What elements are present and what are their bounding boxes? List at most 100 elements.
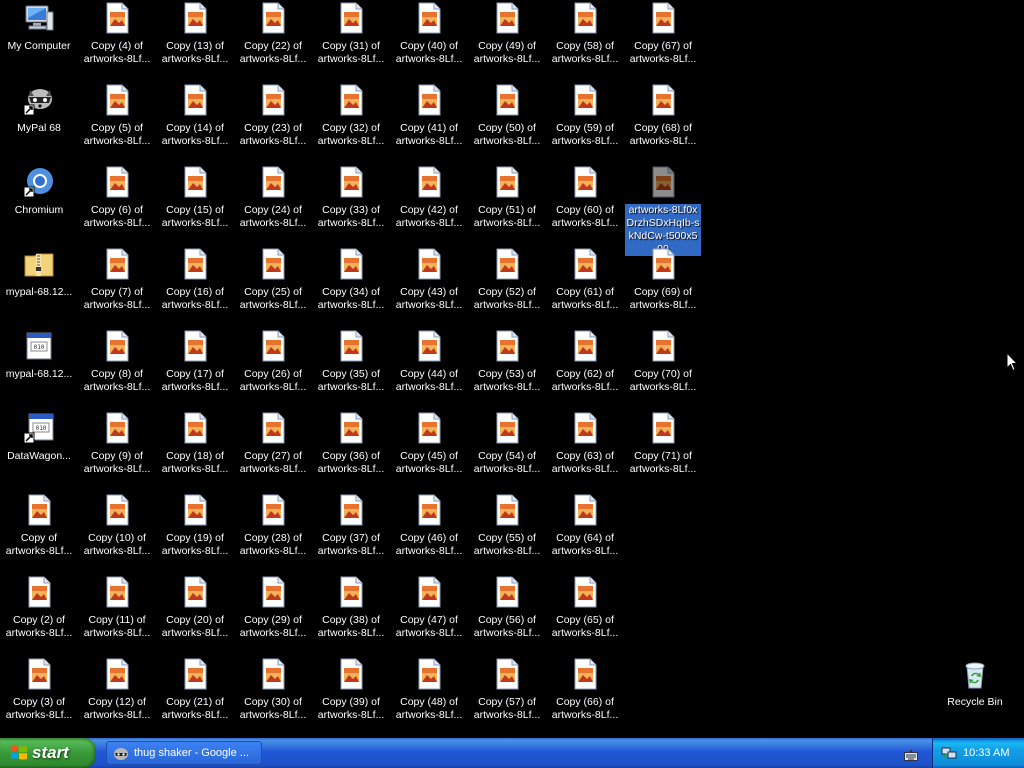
desktop-icon-copy[interactable]: Copy (60) of artworks-8Lf... xyxy=(546,164,624,246)
image-file-icon xyxy=(647,248,679,280)
desktop-icon-mypal-zip[interactable]: mypal-68.12... xyxy=(0,246,78,328)
desktop-icon-copy[interactable]: Copy (35) of artworks-8Lf... xyxy=(312,328,390,410)
desktop-icon-copy[interactable]: Copy (7) of artworks-8Lf... xyxy=(78,246,156,328)
desktop-icon-copy[interactable]: Copy (58) of artworks-8Lf... xyxy=(546,0,624,82)
desktop-icon-copy[interactable]: Copy (69) of artworks-8Lf... xyxy=(624,246,702,328)
taskbar-window-button[interactable]: thug shaker - Google ... xyxy=(106,741,262,765)
desktop-icon-copy[interactable]: Copy (26) of artworks-8Lf... xyxy=(234,328,312,410)
desktop-icon-copy[interactable]: Copy (44) of artworks-8Lf... xyxy=(390,328,468,410)
desktop-icon-copy[interactable]: Copy (43) of artworks-8Lf... xyxy=(390,246,468,328)
desktop-icon-mypal-file[interactable]: 010 mypal-68.12... xyxy=(0,328,78,410)
image-file-icon xyxy=(179,84,211,116)
desktop-icon-copy[interactable]: Copy (66) of artworks-8Lf... xyxy=(546,656,624,738)
desktop-icon-copy[interactable]: Copy (51) of artworks-8Lf... xyxy=(468,164,546,246)
desktop-icon-copy[interactable]: Copy (4) of artworks-8Lf... xyxy=(78,0,156,82)
desktop-icon-datawagon[interactable]: 010 DataWagon... xyxy=(0,410,78,492)
desktop-icon-copy[interactable]: Copy (54) of artworks-8Lf... xyxy=(468,410,546,492)
desktop-icon-copy[interactable]: Copy (67) of artworks-8Lf... xyxy=(624,0,702,82)
desktop-icon-copy-label: Copy (28) of artworks-8Lf... xyxy=(239,532,307,557)
desktop-icon-copy[interactable]: Copy (13) of artworks-8Lf... xyxy=(156,0,234,82)
desktop-icon-copy[interactable]: Copy of artworks-8Lf... xyxy=(0,492,78,574)
desktop-icon-copy[interactable]: Copy (5) of artworks-8Lf... xyxy=(78,82,156,164)
desktop-icon-my-computer[interactable]: My Computer xyxy=(0,0,78,82)
desktop-icon-copy[interactable]: Copy (12) of artworks-8Lf... xyxy=(78,656,156,738)
desktop-icon-copy[interactable]: Copy (37) of artworks-8Lf... xyxy=(312,492,390,574)
desktop-icon-copy[interactable]: Copy (20) of artworks-8Lf... xyxy=(156,574,234,656)
desktop-icon-copy-label: Copy (11) of artworks-8Lf... xyxy=(83,614,151,639)
desktop-icon-copy[interactable]: Copy (42) of artworks-8Lf... xyxy=(390,164,468,246)
desktop-icon-copy[interactable]: Copy (61) of artworks-8Lf... xyxy=(546,246,624,328)
desktop-icon-copy[interactable]: Copy (24) of artworks-8Lf... xyxy=(234,164,312,246)
desktop-icon-copy[interactable]: Copy (27) of artworks-8Lf... xyxy=(234,410,312,492)
desktop-icon-copy[interactable]: Copy (31) of artworks-8Lf... xyxy=(312,0,390,82)
desktop-icon-copy[interactable]: Copy (49) of artworks-8Lf... xyxy=(468,0,546,82)
desktop-icon-copy-label: Copy (17) of artworks-8Lf... xyxy=(161,368,229,393)
desktop-icon-copy[interactable]: Copy (46) of artworks-8Lf... xyxy=(390,492,468,574)
desktop-icon-copy-label: Copy (21) of artworks-8Lf... xyxy=(161,696,229,721)
desktop-icon-copy[interactable]: Copy (30) of artworks-8Lf... xyxy=(234,656,312,738)
desktop-icon-copy[interactable]: Copy (52) of artworks-8Lf... xyxy=(468,246,546,328)
network-icon[interactable] xyxy=(941,745,957,761)
desktop-icon-copy[interactable]: Copy (33) of artworks-8Lf... xyxy=(312,164,390,246)
image-file-icon xyxy=(101,658,133,690)
desktop-icon-copy[interactable]: Copy (70) of artworks-8Lf... xyxy=(624,328,702,410)
desktop-icon-copy[interactable]: Copy (55) of artworks-8Lf... xyxy=(468,492,546,574)
desktop-icon-copy[interactable]: Copy (21) of artworks-8Lf... xyxy=(156,656,234,738)
desktop-icon-chromium-label: Chromium xyxy=(14,204,64,216)
start-button[interactable]: start xyxy=(0,738,96,768)
desktop-icon-artworks-original[interactable]: artworks-8Lf0x DrzhSDxHqIb-s kNdCw-t500x… xyxy=(624,164,702,256)
desktop-icon-copy[interactable]: Copy (3) of artworks-8Lf... xyxy=(0,656,78,738)
image-file-icon xyxy=(257,658,289,690)
desktop-icon-copy[interactable]: Copy (6) of artworks-8Lf... xyxy=(78,164,156,246)
desktop-icon-copy[interactable]: Copy (62) of artworks-8Lf... xyxy=(546,328,624,410)
desktop-icon-mypal-68-label: MyPal 68 xyxy=(17,122,61,134)
desktop-icon-copy[interactable]: Copy (41) of artworks-8Lf... xyxy=(390,82,468,164)
taskbar-window-label: thug shaker - Google ... xyxy=(134,747,249,759)
desktop-icon-copy[interactable]: Copy (34) of artworks-8Lf... xyxy=(312,246,390,328)
desktop-icon-copy[interactable]: Copy (39) of artworks-8Lf... xyxy=(312,656,390,738)
desktop-icon-copy[interactable]: Copy (29) of artworks-8Lf... xyxy=(234,574,312,656)
desktop-icon-copy[interactable]: Copy (9) of artworks-8Lf... xyxy=(78,410,156,492)
desktop-icon-copy-label: Copy (54) of artworks-8Lf... xyxy=(473,450,541,475)
desktop-icon-copy[interactable]: Copy (38) of artworks-8Lf... xyxy=(312,574,390,656)
desktop-icon-copy[interactable]: Copy (14) of artworks-8Lf... xyxy=(156,82,234,164)
desktop-icon-chromium[interactable]: Chromium xyxy=(0,164,78,246)
image-file-icon xyxy=(179,2,211,34)
desktop-icon-copy[interactable]: Copy (47) of artworks-8Lf... xyxy=(390,574,468,656)
recycle-bin[interactable]: Recycle Bin xyxy=(936,656,1014,738)
desktop-icon-copy[interactable]: Copy (40) of artworks-8Lf... xyxy=(390,0,468,82)
desktop-icon-copy[interactable]: Copy (59) of artworks-8Lf... xyxy=(546,82,624,164)
desktop-icon-copy[interactable]: Copy (11) of artworks-8Lf... xyxy=(78,574,156,656)
desktop-icon-copy[interactable]: Copy (36) of artworks-8Lf... xyxy=(312,410,390,492)
desktop-icon-copy[interactable]: Copy (63) of artworks-8Lf... xyxy=(546,410,624,492)
desktop-icon-copy[interactable]: Copy (8) of artworks-8Lf... xyxy=(78,328,156,410)
desktop-icon-copy[interactable]: Copy (48) of artworks-8Lf... xyxy=(390,656,468,738)
desktop-icon-copy[interactable]: Copy (65) of artworks-8Lf... xyxy=(546,574,624,656)
desktop-icon-copy[interactable]: Copy (2) of artworks-8Lf... xyxy=(0,574,78,656)
desktop-icon-copy[interactable]: Copy (19) of artworks-8Lf... xyxy=(156,492,234,574)
desktop-icon-copy[interactable]: Copy (64) of artworks-8Lf... xyxy=(546,492,624,574)
desktop-icon-copy[interactable]: Copy (56) of artworks-8Lf... xyxy=(468,574,546,656)
desktop-icon-copy[interactable]: Copy (16) of artworks-8Lf... xyxy=(156,246,234,328)
desktop-icon-copy[interactable]: Copy (18) of artworks-8Lf... xyxy=(156,410,234,492)
desktop-icon-mypal-68[interactable]: MyPal 68 xyxy=(0,82,78,164)
image-file-icon xyxy=(179,658,211,690)
desktop-icon-copy-label: Copy (45) of artworks-8Lf... xyxy=(395,450,463,475)
clock[interactable]: 10:33 AM xyxy=(963,747,1009,759)
desktop-icon-copy[interactable]: Copy (57) of artworks-8Lf... xyxy=(468,656,546,738)
desktop-icon-copy[interactable]: Copy (45) of artworks-8Lf... xyxy=(390,410,468,492)
desktop-icon-copy[interactable]: Copy (68) of artworks-8Lf... xyxy=(624,82,702,164)
desktop-icon-copy[interactable]: Copy (32) of artworks-8Lf... xyxy=(312,82,390,164)
desktop-icon-copy[interactable]: Copy (17) of artworks-8Lf... xyxy=(156,328,234,410)
desktop-icon-copy[interactable]: Copy (71) of artworks-8Lf... xyxy=(624,410,702,492)
desktop-icon-copy[interactable]: Copy (53) of artworks-8Lf... xyxy=(468,328,546,410)
desktop-icon-copy[interactable]: Copy (50) of artworks-8Lf... xyxy=(468,82,546,164)
keyboard-icon[interactable] xyxy=(904,747,918,766)
desktop-icon-copy[interactable]: Copy (22) of artworks-8Lf... xyxy=(234,0,312,82)
desktop-icon-copy[interactable]: Copy (28) of artworks-8Lf... xyxy=(234,492,312,574)
desktop[interactable]: My Computer MyPal 68 Chromium mypal-68.12..… xyxy=(0,0,1024,738)
desktop-icon-copy[interactable]: Copy (10) of artworks-8Lf... xyxy=(78,492,156,574)
desktop-icon-copy[interactable]: Copy (15) of artworks-8Lf... xyxy=(156,164,234,246)
desktop-icon-copy[interactable]: Copy (23) of artworks-8Lf... xyxy=(234,82,312,164)
desktop-icon-copy[interactable]: Copy (25) of artworks-8Lf... xyxy=(234,246,312,328)
